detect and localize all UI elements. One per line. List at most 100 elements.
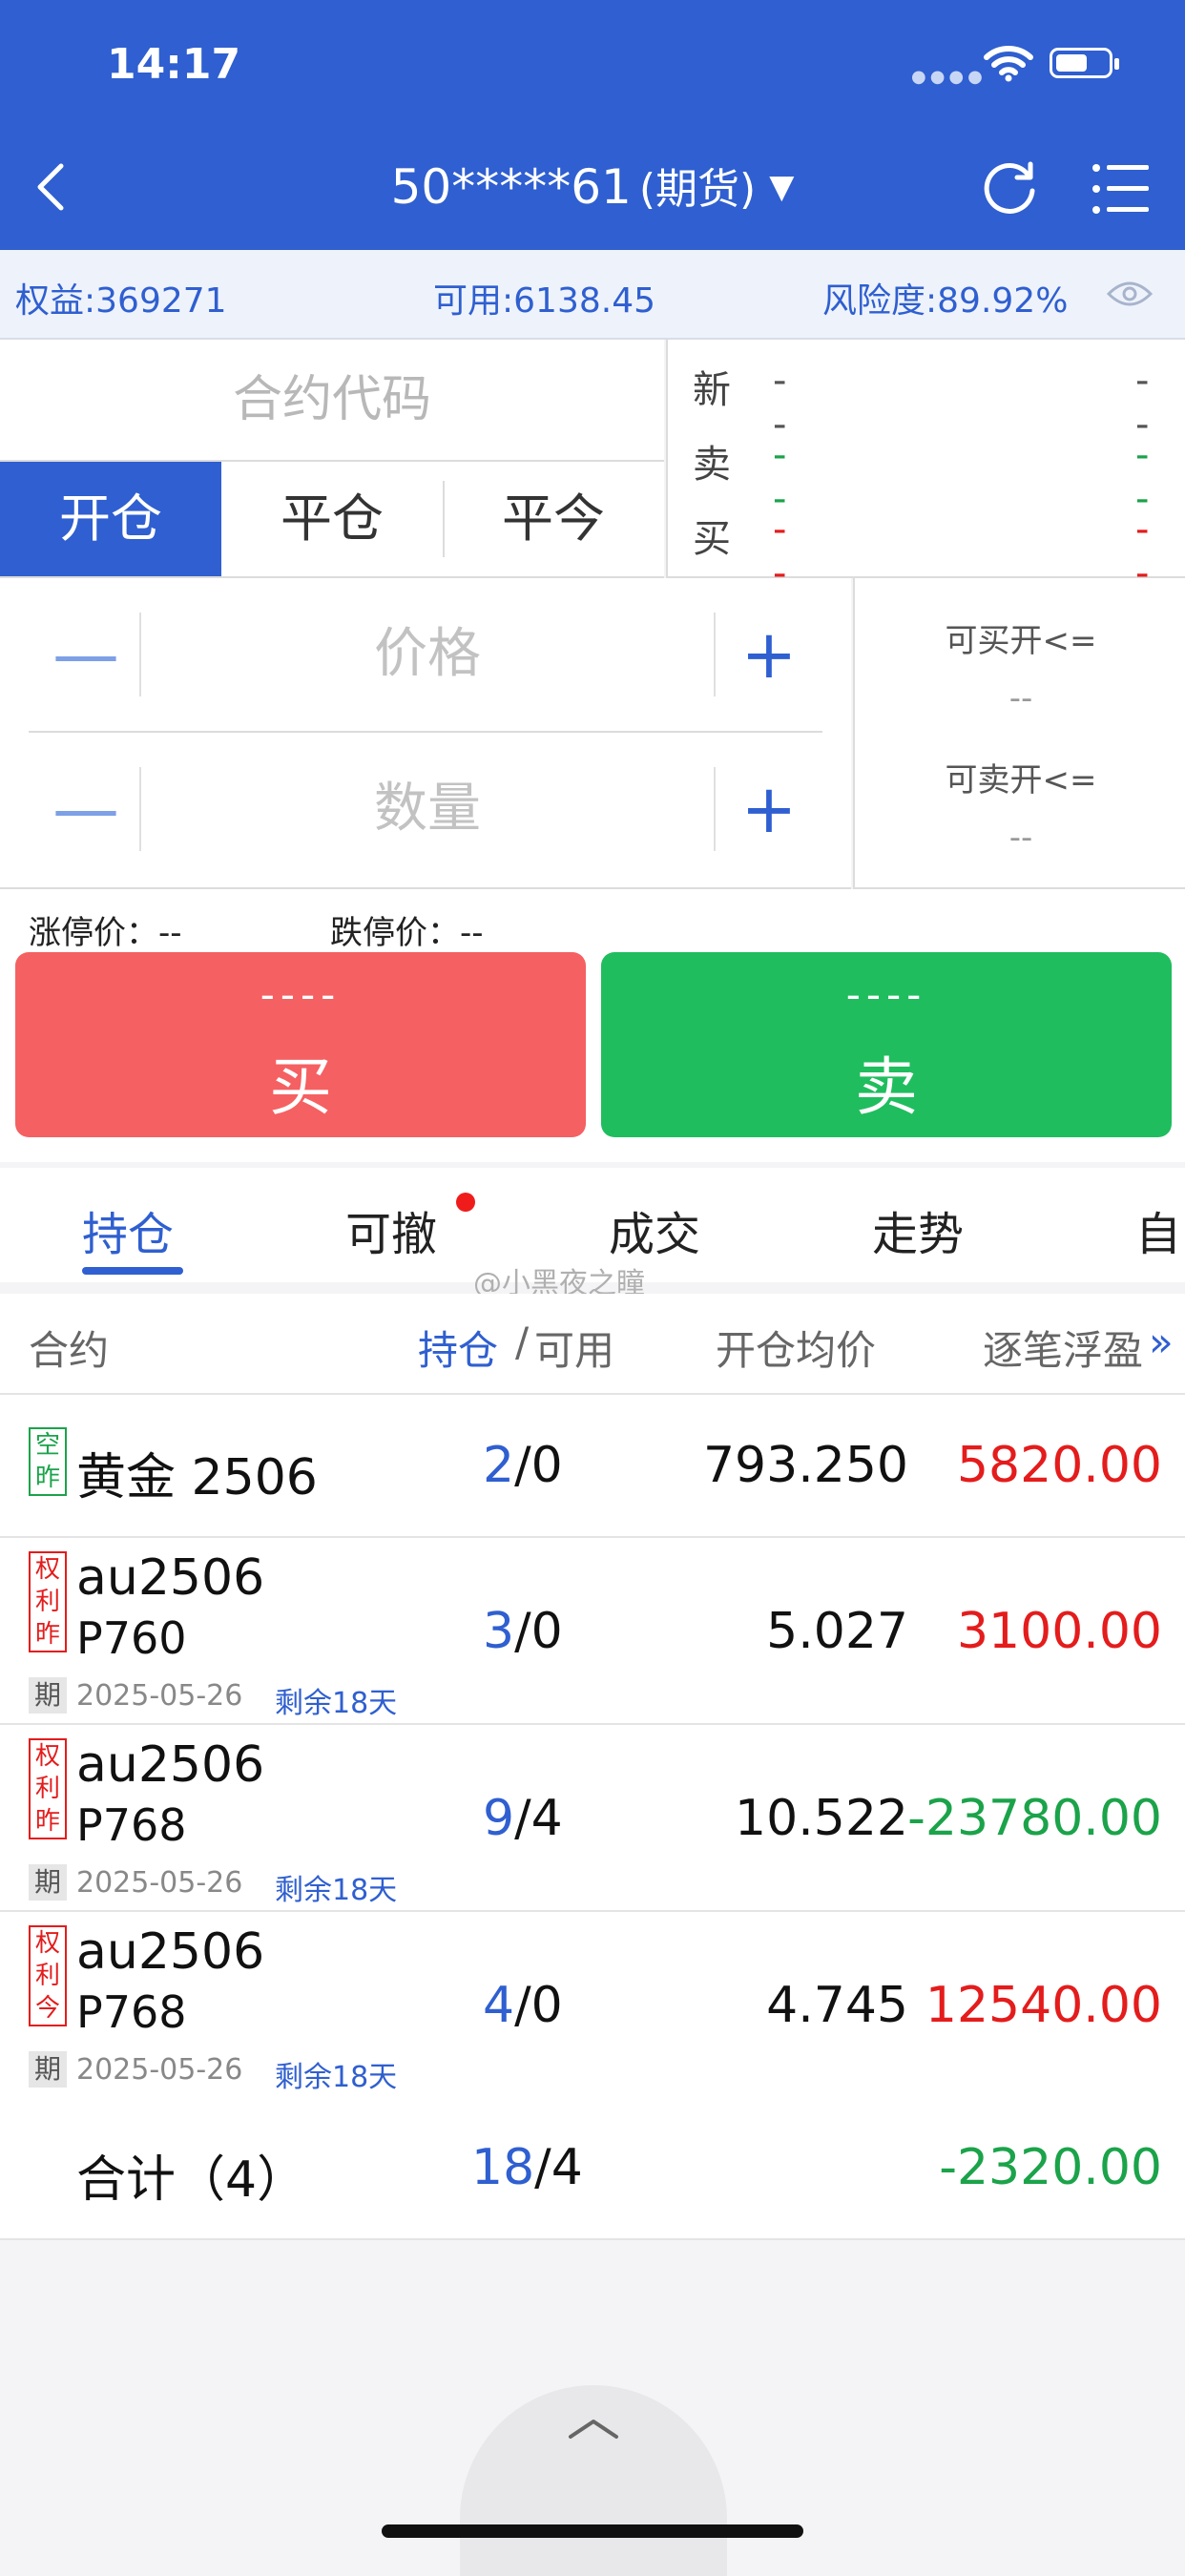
available-panel: 可买开<= -- 可卖开<= -- <box>853 578 1185 889</box>
status-time: 14:17 <box>107 40 241 89</box>
floating-pnl: 12540.00 <box>925 1977 1162 2034</box>
col-avg-price: 开仓均价 <box>716 1327 877 1374</box>
buy-price: ---- <box>260 971 342 1018</box>
notification-dot <box>456 1193 475 1212</box>
price-quantity-panel: — 价格 + — 数量 + <box>0 578 851 889</box>
tab-close-today[interactable]: 平今 <box>443 462 664 576</box>
quote-row-last: 新 -- -- <box>693 359 1149 447</box>
tab-underline <box>82 1267 183 1275</box>
price-minus-icon[interactable]: — <box>29 578 143 731</box>
floating-pnl: 3100.00 <box>956 1603 1162 1660</box>
contract-name: au2506 <box>76 1923 265 1981</box>
contract-strike: P768 <box>76 1986 187 2038</box>
app-header: 14:17 ●●●● 50*****61 (期货) ▼ <box>0 0 1185 250</box>
expire-date: 2025-05-26 <box>76 2053 243 2087</box>
account-number: 50*****61 <box>390 159 632 215</box>
days-remaining: 剩余18天 <box>275 1874 398 1907</box>
avg-price: 793.250 <box>702 1437 908 1494</box>
sell-price: ---- <box>845 971 927 1018</box>
chevron-up-icon <box>569 2420 618 2439</box>
quantity-plus-icon[interactable]: + <box>712 733 826 885</box>
contract-strike: P768 <box>76 1799 187 1851</box>
tab-open[interactable]: 开仓 <box>0 462 221 576</box>
position-tag: 权利今 <box>29 1925 67 2026</box>
col-contract: 合约 <box>29 1327 110 1374</box>
quote-label: 新 <box>693 368 731 412</box>
sell-button[interactable]: ---- 卖 <box>601 952 1172 1137</box>
contract-name: au2506 <box>76 1736 265 1794</box>
avg-price: 10.522 <box>735 1790 908 1847</box>
account-type: (期货) <box>638 165 757 214</box>
total-pnl: -2320.00 <box>939 2139 1162 2196</box>
available-value: 可用:6138.45 <box>433 281 655 321</box>
price-plus-icon[interactable]: + <box>712 578 826 731</box>
table-row[interactable]: 权利今 au2506 P768 期 2025-05-26 剩余18天 4/0 4… <box>0 1912 1185 2099</box>
tab-cancelable[interactable]: 可撤 <box>345 1196 437 1263</box>
position-tag: 权利昨 <box>29 1551 67 1652</box>
expire-tag: 期 <box>29 1677 67 1714</box>
avg-price: 4.745 <box>766 1977 908 2034</box>
position-qty: 2/0 <box>483 1437 563 1494</box>
contract-code-input[interactable]: 合约代码 <box>0 340 664 462</box>
total-label: 合计（4） <box>76 2151 307 2209</box>
refresh-icon[interactable] <box>981 158 1040 218</box>
col-available[interactable]: 可用 <box>534 1319 614 1377</box>
quote-label: 卖 <box>693 443 731 487</box>
can-buy-label: 可买开<= <box>945 622 1097 660</box>
can-sell-value: -- <box>1008 819 1033 857</box>
tab-custom[interactable]: 自 <box>1135 1196 1181 1263</box>
table-row[interactable]: 权利昨 au2506 P760 期 2025-05-26 剩余18天 3/0 5… <box>0 1538 1185 1725</box>
col-pnl: 逐笔浮盈 <box>983 1327 1144 1374</box>
expire-tag: 期 <box>29 1864 67 1901</box>
table-row[interactable]: 权利昨 au2506 P768 期 2025-05-26 剩余18天 9/4 1… <box>0 1725 1185 1912</box>
tab-trend[interactable]: 走势 <box>872 1196 964 1263</box>
table-row[interactable]: 空昨 黄金 2506 2/0 793.250 5820.00 <box>0 1395 1185 1538</box>
tab-trades[interactable]: 成交 <box>609 1196 700 1263</box>
quote-panel: 新 -- -- 卖 -- -- 买 -- -- <box>666 340 1185 595</box>
quantity-row: — 数量 + <box>29 733 822 885</box>
positions-table-header: 合约 持仓 / 可用 开仓均价 逐笔浮盈 » <box>0 1294 1185 1395</box>
floating-pnl: -23780.00 <box>907 1790 1162 1847</box>
price-row: — 价格 + <box>29 578 822 731</box>
quantity-minus-icon[interactable]: — <box>29 733 143 885</box>
contract-strike: P760 <box>76 1612 187 1664</box>
home-indicator <box>382 2524 803 2538</box>
order-type-tabs: 开仓 平仓 平今 <box>0 462 664 578</box>
menu-icon[interactable] <box>1091 162 1151 216</box>
position-tag: 空昨 <box>29 1427 67 1496</box>
signal-icon: ●●●● <box>911 67 987 87</box>
can-buy-value: -- <box>1008 679 1033 717</box>
quote-row-bid: 买 -- -- <box>693 508 1149 595</box>
days-remaining: 剩余18天 <box>275 1687 398 1720</box>
tab-positions[interactable]: 持仓 <box>82 1196 174 1263</box>
limit-up: 涨停价：-- <box>29 914 182 952</box>
can-sell-label: 可卖开<= <box>945 761 1097 800</box>
days-remaining: 剩余18天 <box>275 2061 398 2094</box>
chevron-right-icon[interactable]: » <box>1149 1319 1174 1365</box>
account-info-bar: 权益:369271 可用:6138.45 风险度:89.92% <box>0 250 1185 340</box>
battery-icon <box>1050 48 1119 78</box>
expire-date: 2025-05-26 <box>76 1679 243 1713</box>
contract-name: au2506 <box>76 1549 265 1607</box>
quantity-input[interactable]: 数量 <box>139 767 716 851</box>
col-slash: / <box>515 1319 530 1365</box>
risk-value: 风险度:89.92% <box>822 281 1069 321</box>
limit-down: 跌停价：-- <box>330 914 484 952</box>
price-input[interactable]: 价格 <box>139 613 716 696</box>
tab-close[interactable]: 平仓 <box>221 462 443 576</box>
wifi-icon <box>984 46 1033 82</box>
eye-icon[interactable] <box>1107 277 1153 311</box>
expire-tag: 期 <box>29 2051 67 2088</box>
sell-label: 卖 <box>855 1050 918 1124</box>
avg-price: 5.027 <box>766 1603 908 1660</box>
total-row: 合计（4） 18/4 -2320.00 <box>0 2097 1185 2240</box>
equity-value: 权益:369271 <box>15 281 227 321</box>
buy-button[interactable]: ---- 买 <box>15 952 586 1137</box>
position-qty: 3/0 <box>483 1603 563 1660</box>
col-position[interactable]: 持仓 <box>418 1319 498 1377</box>
position-tag: 权利昨 <box>29 1738 67 1839</box>
quote-label: 买 <box>693 517 731 561</box>
expand-handle[interactable] <box>460 2385 727 2576</box>
position-qty: 9/4 <box>483 1790 563 1847</box>
price-limit-bar: 涨停价：-- 跌停价：-- <box>0 889 1185 952</box>
